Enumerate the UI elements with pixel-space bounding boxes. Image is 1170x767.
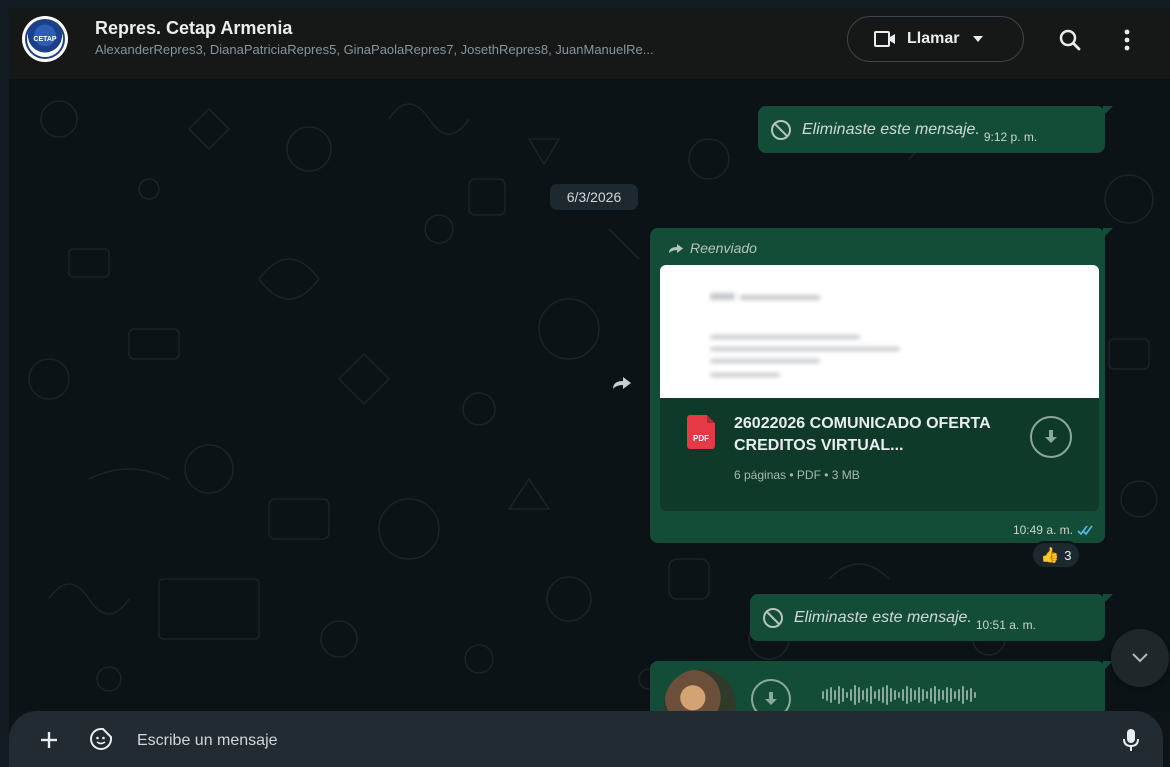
sticker-icon xyxy=(90,728,112,750)
waveform-bar xyxy=(878,689,880,701)
waveform-bar xyxy=(906,686,908,704)
waveform-bar xyxy=(934,686,936,704)
date-chip: 6/3/2026 xyxy=(550,184,638,210)
waveform-bar xyxy=(930,688,932,702)
message-list[interactable]: Eliminaste este mensaje. 9:12 p. m. 6/3/… xyxy=(9,79,1170,741)
waveform-bar xyxy=(862,690,864,700)
chat-header: CETAP Repres. Cetap Armenia AlexanderRep… xyxy=(9,9,1170,79)
pdf-file-type: PDF xyxy=(693,434,709,443)
scroll-to-bottom-button[interactable] xyxy=(1111,629,1169,687)
message-composer: Escribe un mensaje xyxy=(9,711,1163,767)
blocked-icon xyxy=(763,607,783,628)
waveform-bar xyxy=(918,687,920,703)
mic-icon xyxy=(1123,729,1139,751)
chat-title-area[interactable]: Repres. Cetap Armenia AlexanderRepres3, … xyxy=(95,17,835,61)
waveform-bar xyxy=(962,686,964,704)
waveform-bar xyxy=(886,685,888,705)
mic-button[interactable] xyxy=(1123,728,1139,757)
forward-icon[interactable] xyxy=(611,375,633,396)
reaction-badge[interactable]: 👍 3 xyxy=(1031,541,1081,569)
audio-waveform[interactable] xyxy=(822,681,978,709)
message-time-row: 10:49 a. m. xyxy=(1013,523,1093,537)
waveform-bar xyxy=(830,687,832,703)
waveform-bar xyxy=(950,688,952,702)
waveform-bar xyxy=(826,689,828,701)
download-icon xyxy=(765,692,777,705)
download-icon xyxy=(1045,430,1057,443)
waveform-bar xyxy=(966,690,968,700)
blocked-icon xyxy=(771,119,791,140)
bubble-tail xyxy=(1103,228,1113,238)
reaction-count: 3 xyxy=(1064,547,1072,563)
call-button[interactable]: Llamar xyxy=(847,16,1024,62)
waveform-bar xyxy=(970,688,972,702)
waveform-bar xyxy=(846,692,848,698)
message-time: 10:51 a. m. xyxy=(975,617,1036,632)
forwarded-icon xyxy=(669,244,683,253)
bubble-tail xyxy=(1103,594,1113,604)
waveform-bar xyxy=(854,685,856,705)
more-vert-icon[interactable] xyxy=(1124,29,1130,51)
waveform-bar xyxy=(902,689,904,701)
voice-message[interactable] xyxy=(650,661,1113,741)
search-icon[interactable] xyxy=(1059,29,1081,51)
waveform-bar xyxy=(914,690,916,700)
message-time: 10:49 a. m. xyxy=(1012,523,1073,537)
chevron-down-icon xyxy=(973,36,984,42)
deleted-message[interactable]: Eliminaste este mensaje. 10:51 a. m. xyxy=(750,594,1113,641)
call-button-label: Llamar xyxy=(907,30,960,47)
chevron-down-icon xyxy=(1132,653,1148,663)
attach-button[interactable] xyxy=(39,730,59,755)
download-button[interactable] xyxy=(1030,416,1072,458)
date-chip-label: 6/3/2026 xyxy=(566,189,622,205)
plus-icon xyxy=(41,732,57,748)
app-window: CETAP Repres. Cetap Armenia AlexanderRep… xyxy=(0,0,1170,767)
waveform-bar xyxy=(870,686,872,704)
waveform-bar xyxy=(874,691,876,699)
waveform-bar xyxy=(974,692,976,698)
waveform-bar xyxy=(834,690,836,700)
chat-panel: CETAP Repres. Cetap Armenia AlexanderRep… xyxy=(9,9,1170,767)
waveform-bar xyxy=(850,689,852,701)
deleted-message[interactable]: Eliminaste este mensaje. 9:12 p. m. xyxy=(758,106,1113,153)
waveform-bar xyxy=(910,688,912,702)
waveform-bar xyxy=(958,689,960,701)
read-ticks-icon xyxy=(1077,525,1093,535)
waveform-bar xyxy=(838,686,840,704)
waveform-bar xyxy=(822,691,824,699)
waveform-bar xyxy=(894,690,896,700)
document-meta: 6 páginas • PDF • 3 MB xyxy=(734,468,860,482)
sticker-button[interactable] xyxy=(89,727,113,756)
waveform-bar xyxy=(858,687,860,703)
cetap-logo-icon: CETAP xyxy=(25,19,65,59)
waveform-bar xyxy=(938,689,940,701)
document-preview[interactable] xyxy=(660,265,1099,398)
chat-title: Repres. Cetap Armenia xyxy=(95,18,293,38)
thumbs-up-emoji: 👍 xyxy=(1040,547,1060,564)
waveform-bar xyxy=(946,687,948,703)
forwarded-label: Reenviado xyxy=(668,240,757,256)
message-time: 9:12 p. m. xyxy=(983,129,1038,144)
document-name: 26022026 COMUNICADO OFERTA CREDITOS VIRT… xyxy=(734,415,991,454)
waveform-bar xyxy=(898,692,900,698)
chat-members: AlexanderRepres3, DianaPatriciaRepres5, … xyxy=(95,42,654,57)
document-message[interactable]: Reenviado PDF 26022026 COMUNICADO OFERTA… xyxy=(650,228,1113,543)
deleted-message-text: Eliminaste este mensaje. xyxy=(794,608,972,626)
bubble-tail xyxy=(1103,106,1113,116)
waveform-bar xyxy=(842,688,844,702)
waveform-bar xyxy=(882,687,884,703)
pdf-file-icon: PDF xyxy=(687,415,715,449)
waveform-bar xyxy=(922,689,924,701)
document-card[interactable]: PDF 26022026 COMUNICADO OFERTA CREDITOS … xyxy=(660,265,1099,511)
waveform-bar xyxy=(890,688,892,702)
forwarded-text: Reenviado xyxy=(690,240,757,256)
waveform-bar xyxy=(942,690,944,700)
group-avatar[interactable]: CETAP xyxy=(22,16,68,62)
waveform-bar xyxy=(926,691,928,699)
waveform-bar xyxy=(954,691,956,699)
waveform-bar xyxy=(866,688,868,702)
video-icon xyxy=(874,31,895,47)
message-input[interactable]: Escribe un mensaje xyxy=(137,732,278,750)
deleted-message-text: Eliminaste este mensaje. xyxy=(802,120,980,138)
